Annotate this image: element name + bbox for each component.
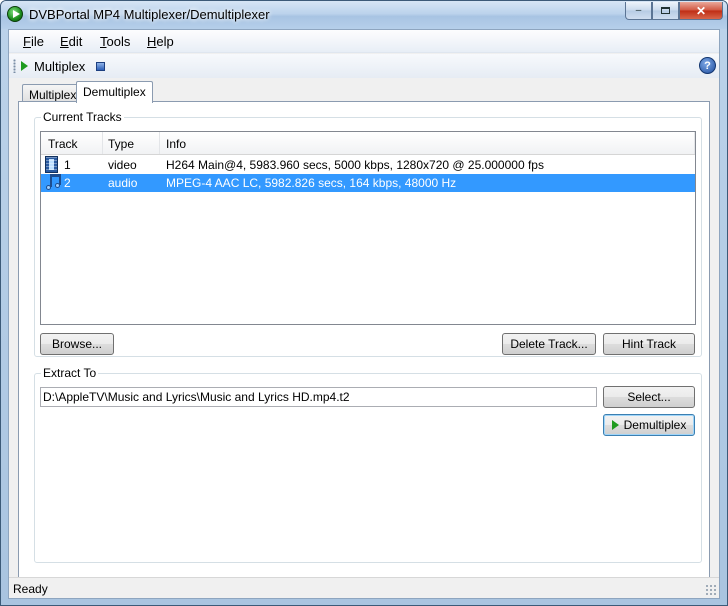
minimize-icon: –	[635, 5, 642, 16]
demultiplex-button[interactable]: Demultiplex	[603, 414, 695, 436]
music-note-icon	[46, 174, 61, 191]
maximize-button[interactable]	[652, 2, 679, 20]
app-logo-icon	[7, 6, 23, 22]
extract-to-label: Extract To	[41, 366, 99, 380]
demultiplex-panel: Current Tracks Track Type Info 1 video H…	[18, 101, 710, 593]
extract-path-input[interactable]: D:\AppleTV\Music and Lyrics\Music and Ly…	[40, 387, 597, 407]
track-number: 1	[64, 158, 71, 172]
table-row[interactable]: 1 video H264 Main@4, 5983.960 secs, 5000…	[41, 156, 695, 174]
menu-help-label: elp	[156, 34, 174, 49]
menu-bar: File Edit Tools Help	[9, 30, 719, 53]
browse-button[interactable]: Browse...	[40, 333, 114, 355]
menu-edit[interactable]: Edit	[60, 34, 82, 49]
film-icon	[45, 156, 58, 173]
play-icon	[611, 420, 619, 430]
stop-icon[interactable]	[96, 62, 105, 71]
close-button[interactable]: ✕	[679, 2, 723, 20]
column-type[interactable]: Type	[108, 137, 134, 151]
play-icon	[21, 61, 28, 71]
menu-edit-accel: E	[60, 34, 69, 49]
client-area: File Edit Tools Help Multiplex ? Multipl…	[8, 29, 720, 599]
hint-track-button[interactable]: Hint Track	[603, 333, 695, 355]
help-icon[interactable]: ?	[699, 57, 716, 74]
multiplex-toolbar-label: Multiplex	[34, 59, 86, 74]
title-bar[interactable]: DVBPortal MP4 Multiplexer/Demultiplexer …	[1, 1, 727, 29]
close-icon: ✕	[695, 3, 707, 18]
column-track[interactable]: Track	[48, 137, 78, 151]
window-controls: – ✕	[625, 2, 723, 20]
tab-demultiplex-label: Demultiplex	[83, 85, 146, 99]
menu-tools[interactable]: Tools	[100, 34, 130, 49]
select-button[interactable]: Select...	[603, 386, 695, 408]
column-divider[interactable]	[159, 132, 160, 154]
menu-help-accel: H	[147, 34, 157, 49]
status-bar: Ready	[9, 577, 719, 598]
column-info[interactable]: Info	[166, 137, 186, 151]
maximize-icon	[661, 7, 670, 14]
menu-file-label: ile	[30, 34, 44, 49]
table-row[interactable]: 2 audio MPEG-4 AAC LC, 5982.826 secs, 16…	[41, 174, 695, 192]
menu-file-accel: F	[23, 34, 31, 49]
tracks-list[interactable]: Track Type Info 1 video H264 Main@4, 598…	[40, 131, 696, 325]
menu-edit-label: dit	[68, 34, 83, 49]
current-tracks-group: Current Tracks Track Type Info 1 video H…	[34, 110, 702, 357]
resize-grip[interactable]	[705, 584, 717, 596]
status-text: Ready	[13, 582, 48, 596]
menu-help[interactable]: Help	[147, 34, 174, 49]
extract-to-group: Extract To D:\AppleTV\Music and Lyrics\M…	[34, 366, 702, 563]
track-info: MPEG-4 AAC LC, 5982.826 secs, 164 kbps, …	[166, 176, 457, 190]
tracks-list-header: Track Type Info	[41, 132, 695, 155]
menu-file[interactable]: File	[23, 34, 44, 49]
toolbar: Multiplex ?	[9, 54, 719, 78]
current-tracks-label: Current Tracks	[41, 110, 124, 124]
column-divider[interactable]	[102, 132, 103, 154]
delete-track-button[interactable]: Delete Track...	[502, 333, 596, 355]
window-title: DVBPortal MP4 Multiplexer/Demultiplexer	[29, 7, 270, 22]
track-info: H264 Main@4, 5983.960 secs, 5000 kbps, 1…	[166, 158, 544, 172]
tab-multiplex-label: Multiplex	[29, 88, 77, 102]
toolbar-grip[interactable]	[13, 59, 16, 73]
app-window: DVBPortal MP4 Multiplexer/Demultiplexer …	[0, 0, 728, 606]
multiplex-toolbar-button[interactable]: Multiplex	[19, 54, 89, 78]
help-symbol: ?	[704, 59, 711, 72]
tab-demultiplex[interactable]: Demultiplex	[76, 81, 153, 103]
demultiplex-button-label: Demultiplex	[623, 418, 687, 432]
menu-tools-label: ools	[106, 34, 131, 49]
minimize-button[interactable]: –	[625, 2, 652, 20]
track-type: audio	[108, 176, 138, 190]
track-number: 2	[64, 176, 71, 190]
track-type: video	[108, 158, 137, 172]
column-divider[interactable]	[694, 132, 695, 154]
